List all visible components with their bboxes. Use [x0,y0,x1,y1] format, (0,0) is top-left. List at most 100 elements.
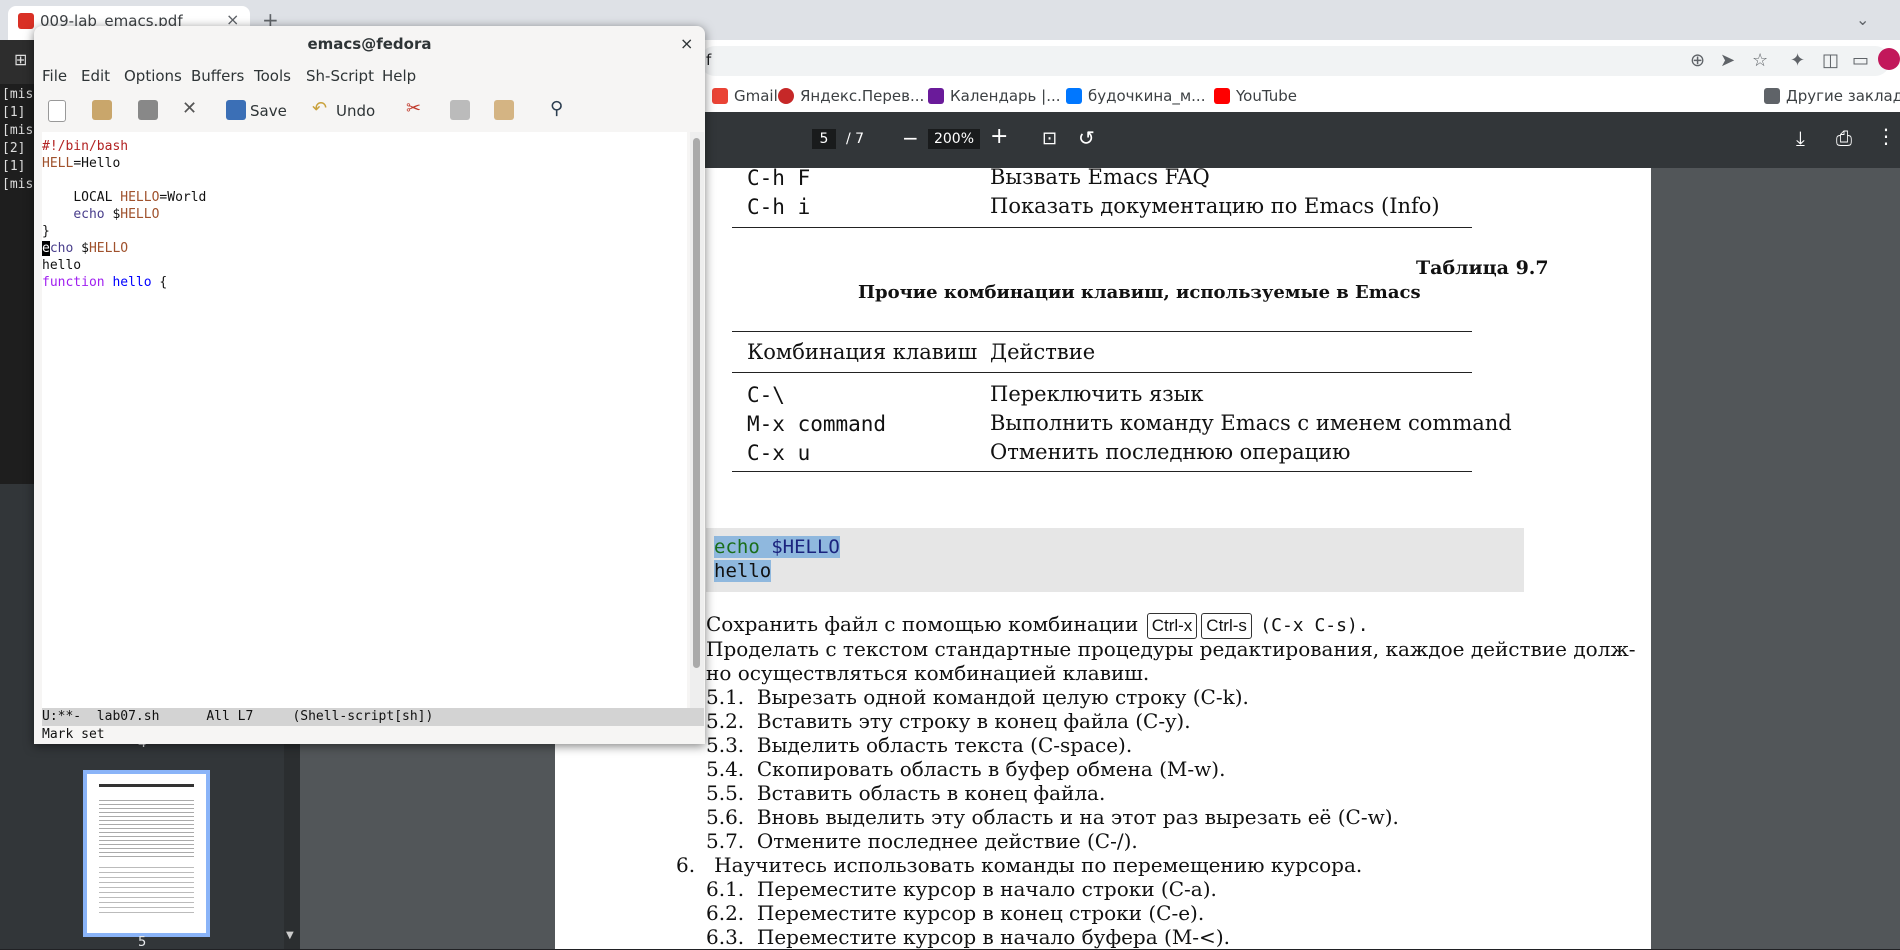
echo-area: Mark set [42,727,105,742]
menu-file[interactable]: File [42,67,67,85]
table-action: Показать документацию по Emacs (Info) [990,194,1440,218]
zoom-in-icon[interactable]: + [990,124,1008,149]
table-rule [732,471,1472,472]
text-cursor: e [42,241,50,256]
terminal-output: [mis [1] [mis [2] [1] [mis [2,87,34,192]
table-rule [732,372,1472,373]
pdf-page-input[interactable]: 5 [812,129,836,149]
menu-help[interactable]: Help [382,67,416,85]
split-icon[interactable]: ▭ [1852,50,1869,71]
list-item: 6.1. Переместите курсор в начало строки … [706,877,1217,901]
new-terminal-tab-icon[interactable]: ⊞ [14,50,27,69]
open-folder-icon[interactable] [92,100,112,120]
address-bar[interactable] [700,46,1890,76]
mode-line: U:**- lab07.sh All L7 (Shell-script[sh]) [42,708,704,726]
copy-icon[interactable] [450,100,470,120]
send-icon[interactable]: ➤ [1720,50,1735,71]
list-item: 5.7. Отмените последнее действие (C-/). [706,829,1138,853]
thumbnail-text [99,863,194,913]
search-icon[interactable]: ⚲ [550,98,563,119]
window-title: emacs@fedora [307,35,432,53]
extensions-icon[interactable]: ✦ [1790,50,1805,71]
rotate-icon[interactable]: ↺ [1078,126,1095,150]
table-rule [732,331,1472,332]
download-icon[interactable]: ⤓ [1796,126,1805,150]
dired-icon[interactable] [138,100,158,120]
list-item: 6.3. Переместите курсор в начало буфера … [706,925,1230,949]
table-action: Выполнить команду Emacs с именем command [990,411,1512,435]
new-file-icon[interactable] [48,100,66,122]
thumbnail-line [99,784,194,787]
emacs-window[interactable]: emacs@fedora × File Edit Options Buffers… [34,26,705,744]
list-item: 5.5. Вставить область в конец файла. [706,781,1106,805]
menu-sh-script[interactable]: Sh-Script [306,67,374,85]
kbd-ctrl-x: Ctrl-x [1146,613,1198,639]
undo-button[interactable]: Undo [336,102,375,120]
zoom-icon[interactable]: ⊕ [1690,50,1705,71]
table-key: C-h i [747,195,811,219]
zoom-out-icon[interactable]: − [902,126,919,150]
calendar-icon [928,88,944,104]
pdf-favicon-icon [18,13,34,29]
yandex-icon [778,88,794,104]
folder-icon [1764,88,1780,104]
vk-icon [1066,88,1082,104]
table-key: C-\ [747,383,785,407]
menu-buffers[interactable]: Buffers [191,67,244,85]
window-close-icon[interactable]: × [680,34,693,53]
paragraph-line: Проделать с текстом стандартные процедур… [706,637,1636,661]
bookmark-vk[interactable]: будочкина_м... [1066,83,1205,109]
thumbnail-number: 5 [138,935,147,950]
table-header-key: Комбинация клавиш [747,340,978,364]
gmail-icon [712,88,728,104]
table-number: Таблица 9.7 [1416,257,1549,279]
scrollbar-thumb[interactable] [693,138,700,668]
menu-options[interactable]: Options [124,67,182,85]
pdf-toolbar [700,112,1900,168]
table-action: Вызвать Emacs FAQ [990,165,1210,189]
paste-icon[interactable] [494,100,514,120]
kbd-ctrl-s: Ctrl-s [1201,613,1252,639]
table-key: C-h F [747,166,811,190]
bookmark-yandex[interactable]: Яндекс.Перев... [778,83,924,109]
youtube-icon [1214,88,1230,104]
star-icon[interactable]: ☆ [1752,50,1768,71]
fit-page-icon[interactable]: ⊡ [1042,128,1057,149]
menu-tools[interactable]: Tools [254,67,291,85]
profile-avatar[interactable] [1878,48,1900,70]
save-button[interactable]: Save [250,102,287,120]
bookmark-calendar[interactable]: Календарь |... [928,83,1061,109]
thumbnail-table [99,797,194,857]
tab-search-chevron-icon[interactable]: ⌄ [1856,10,1869,29]
scroll-down-icon[interactable]: ▼ [286,930,294,941]
pdf-zoom-input[interactable]: 200% [928,129,980,149]
save-instruction: Сохранить файл с помощью комбинации Ctrl… [706,612,1369,639]
menu-edit[interactable]: Edit [81,67,110,85]
table-header-action: Действие [990,340,1096,364]
page-thumbnail[interactable] [83,770,210,937]
list-item: 5.1. Вырезать одной командой целую строк… [706,685,1249,709]
cut-icon[interactable]: ✂ [406,98,421,119]
side-panel-icon[interactable]: ◫ [1822,50,1839,71]
print-icon[interactable]: ⎙ [1836,126,1852,150]
table-action: Переключить язык [990,382,1204,406]
bookmark-gmail[interactable]: Gmail [712,83,778,109]
table-caption: Прочие комбинации клавиш, используемые в… [858,282,1421,303]
close-buffer-icon[interactable]: ✕ [182,98,197,119]
table-key: C-x u [747,441,811,465]
table-rule [732,227,1472,228]
code-line: echo $HELLO [714,536,840,558]
paragraph-line: но осуществляться комбинацией клавиш. [706,661,1150,685]
code-text[interactable]: #!/bin/bash HELL=Hello LOCAL HELLO=World… [42,138,206,291]
list-item: 5.2. Вставить эту строку в конец файла (… [706,709,1191,733]
code-line: hello [714,560,772,582]
address-text[interactable]: f [706,51,711,69]
other-bookmarks[interactable]: Другие закладк [1764,83,1900,109]
undo-icon[interactable]: ↶ [312,98,327,119]
more-options-icon[interactable]: ⋮ [1876,124,1896,148]
list-item: 5.6. Вновь выделить эту область и на это… [706,805,1399,829]
save-icon[interactable] [226,100,246,120]
bookmark-youtube[interactable]: YouTube [1214,83,1297,109]
list-item: 5.3. Выделить область текста (C-space). [706,733,1133,757]
list-item: 5.4. Скопировать область в буфер обмена … [706,757,1226,781]
